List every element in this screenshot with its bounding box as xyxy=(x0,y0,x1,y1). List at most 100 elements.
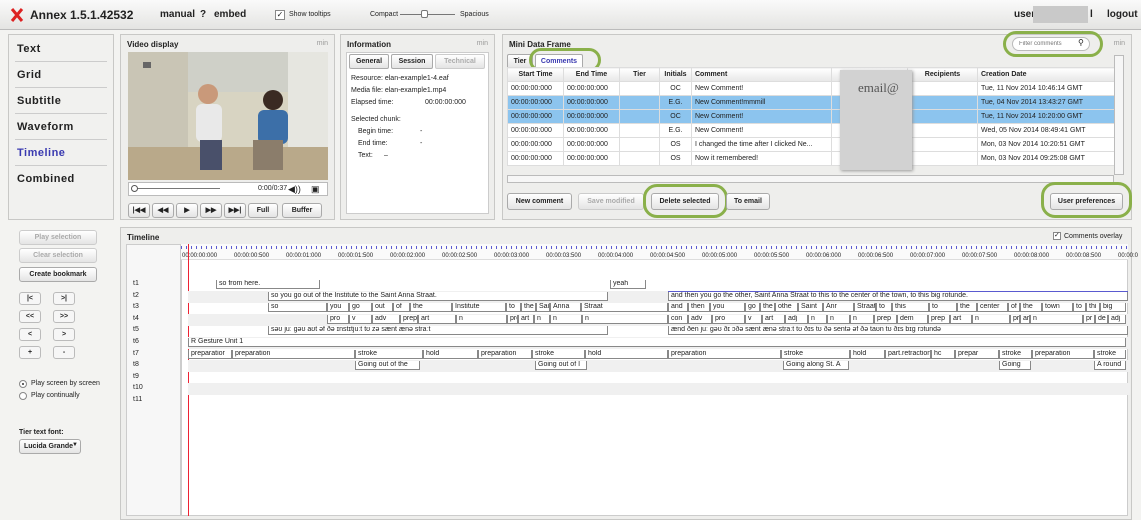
annotation[interactable]: you xyxy=(710,303,745,313)
col-end-time[interactable]: End Time xyxy=(563,67,620,82)
playhead[interactable] xyxy=(188,244,189,516)
play-button[interactable]: ▶ xyxy=(176,203,198,218)
density-slider-thumb[interactable] xyxy=(421,10,428,18)
create-bookmark-button[interactable]: Create bookmark xyxy=(19,267,97,282)
annotation[interactable]: v xyxy=(745,314,762,324)
page-back-button[interactable]: << xyxy=(19,310,41,323)
table-horizontal-scrollbar[interactable] xyxy=(507,175,1114,183)
annotation[interactable]: A round xyxy=(1094,361,1126,371)
annotation[interactable]: səʊ juː gəʊ aʊt əf ðə ɪnstɪtjuːt tʊ zə s… xyxy=(268,326,608,336)
tier-label[interactable]: t6 xyxy=(133,338,139,345)
col-tier[interactable]: Tier xyxy=(619,67,660,82)
annotation[interactable]: adj xyxy=(1108,314,1126,324)
page-forward-button[interactable]: >> xyxy=(53,310,75,323)
annotation[interactable]: Saint xyxy=(798,303,823,313)
play-screen-radio[interactable] xyxy=(19,380,27,388)
table-row[interactable]: 00:00:00:000 00:00:00:000 OS I changed the … xyxy=(507,137,1115,152)
annotation[interactable]: to xyxy=(1073,303,1086,313)
annotation[interactable]: prepar xyxy=(955,349,999,359)
annotation[interactable]: Going xyxy=(999,361,1031,371)
annotation[interactable]: n xyxy=(456,314,507,324)
video-min-button[interactable]: min xyxy=(317,40,328,47)
table-row[interactable]: 00:00:00:000 00:00:00:000 E.G. New Comment!… xyxy=(507,95,1115,110)
timeline-canvas[interactable] xyxy=(181,244,1128,516)
table-vertical-scrollbar[interactable] xyxy=(1114,55,1124,175)
step-back-button[interactable]: < xyxy=(19,328,41,341)
tier-label[interactable]: t4 xyxy=(133,315,139,322)
annotation[interactable]: con xyxy=(668,314,688,324)
annotation[interactable]: and xyxy=(668,303,688,313)
annotation[interactable]: Institute xyxy=(452,303,506,313)
buffer-button[interactable]: Buffer xyxy=(282,203,322,218)
annotation[interactable]: prep xyxy=(928,314,950,324)
annotation[interactable]: to xyxy=(876,303,892,313)
annotation[interactable]: to xyxy=(506,303,521,313)
save-modified-button[interactable]: Save modified xyxy=(578,193,644,210)
annotation[interactable]: stroke xyxy=(781,349,850,359)
col-recipients[interactable]: Recipients xyxy=(907,67,978,82)
nav-item-timeline[interactable]: Timeline xyxy=(17,147,65,159)
annotation[interactable]: art xyxy=(762,314,785,324)
annotation[interactable]: stroke xyxy=(355,349,423,359)
annotation[interactable]: to xyxy=(929,303,957,313)
manual-link[interactable]: manual xyxy=(160,9,195,20)
tier-label[interactable]: t9 xyxy=(133,373,139,380)
annotation[interactable]: R Gesture Unit 1 xyxy=(188,338,1126,347)
annotation[interactable]: pro xyxy=(327,314,349,324)
annotation[interactable]: othe xyxy=(775,303,798,313)
annotation[interactable]: and then you go the other, Saint Anna St… xyxy=(668,291,1128,301)
col-start-time[interactable]: Start Time xyxy=(507,67,564,82)
annotation[interactable]: hold xyxy=(423,349,478,359)
annotation[interactable]: then xyxy=(688,303,710,313)
nav-item-combined[interactable]: Combined xyxy=(17,173,75,185)
nav-item-subtitle[interactable]: Subtitle xyxy=(17,95,61,107)
zoom-out-button[interactable]: - xyxy=(53,346,75,359)
annotation[interactable]: preparation xyxy=(478,349,532,359)
video-frame[interactable] xyxy=(128,52,328,180)
annotation[interactable]: n xyxy=(972,314,1010,324)
annotation[interactable]: Straat xyxy=(581,303,668,313)
play-continually-radio[interactable] xyxy=(19,392,27,400)
annotation[interactable]: pr xyxy=(1083,314,1095,324)
col-initials[interactable]: Initials xyxy=(659,67,692,82)
annotation[interactable]: pro xyxy=(712,314,745,324)
annotation[interactable]: n xyxy=(827,314,850,324)
annotation[interactable]: center xyxy=(977,303,1008,313)
annotation[interactable]: of xyxy=(393,303,410,313)
annotation[interactable]: go xyxy=(349,303,372,313)
tier-label[interactable]: t8 xyxy=(133,361,139,368)
tier-label[interactable]: t1 xyxy=(133,280,139,287)
zoom-in-button[interactable]: + xyxy=(19,346,41,359)
logout-link[interactable]: logout xyxy=(1107,9,1138,20)
full-button[interactable]: Full xyxy=(248,203,278,218)
annotation[interactable]: n xyxy=(1030,314,1083,324)
step-forward-button[interactable]: > xyxy=(53,328,75,341)
tier-label[interactable]: t3 xyxy=(133,303,139,310)
annotation[interactable]: preparation xyxy=(668,349,781,359)
nav-item-waveform[interactable]: Waveform xyxy=(17,121,74,133)
annotation[interactable]: n xyxy=(534,314,550,324)
tier-label[interactable]: t11 xyxy=(133,396,142,403)
skip-end-button[interactable]: ▶▶| xyxy=(224,203,246,218)
annotation[interactable]: pr xyxy=(1010,314,1020,324)
annotation[interactable]: art xyxy=(950,314,972,324)
annotation[interactable]: pro xyxy=(507,314,518,324)
annotation[interactable]: the xyxy=(521,303,536,313)
go-end-button[interactable]: >| xyxy=(53,292,75,305)
tab-session[interactable]: Session xyxy=(391,54,433,69)
annotation[interactable]: the xyxy=(1020,303,1042,313)
table-row[interactable]: 00:00:00:000 00:00:00:000 OC New Comment! Tu… xyxy=(507,109,1115,124)
annotation[interactable]: Going along St. A xyxy=(783,361,849,371)
annotation[interactable]: part.retraction xyxy=(885,349,931,359)
nav-item-grid[interactable]: Grid xyxy=(17,69,42,81)
skip-start-button[interactable]: |◀◀ xyxy=(128,203,150,218)
annotation[interactable]: art xyxy=(1020,314,1030,324)
annotation[interactable]: stroke xyxy=(532,349,585,359)
annotation[interactable]: thi xyxy=(1086,303,1100,313)
annotation[interactable]: art xyxy=(418,314,456,324)
annotation[interactable]: this xyxy=(892,303,929,313)
annotation[interactable]: n xyxy=(550,314,582,324)
annotation[interactable]: n xyxy=(808,314,827,324)
tab-technical[interactable]: Technical xyxy=(435,54,485,69)
clear-selection-button[interactable]: Clear selection xyxy=(19,248,97,263)
